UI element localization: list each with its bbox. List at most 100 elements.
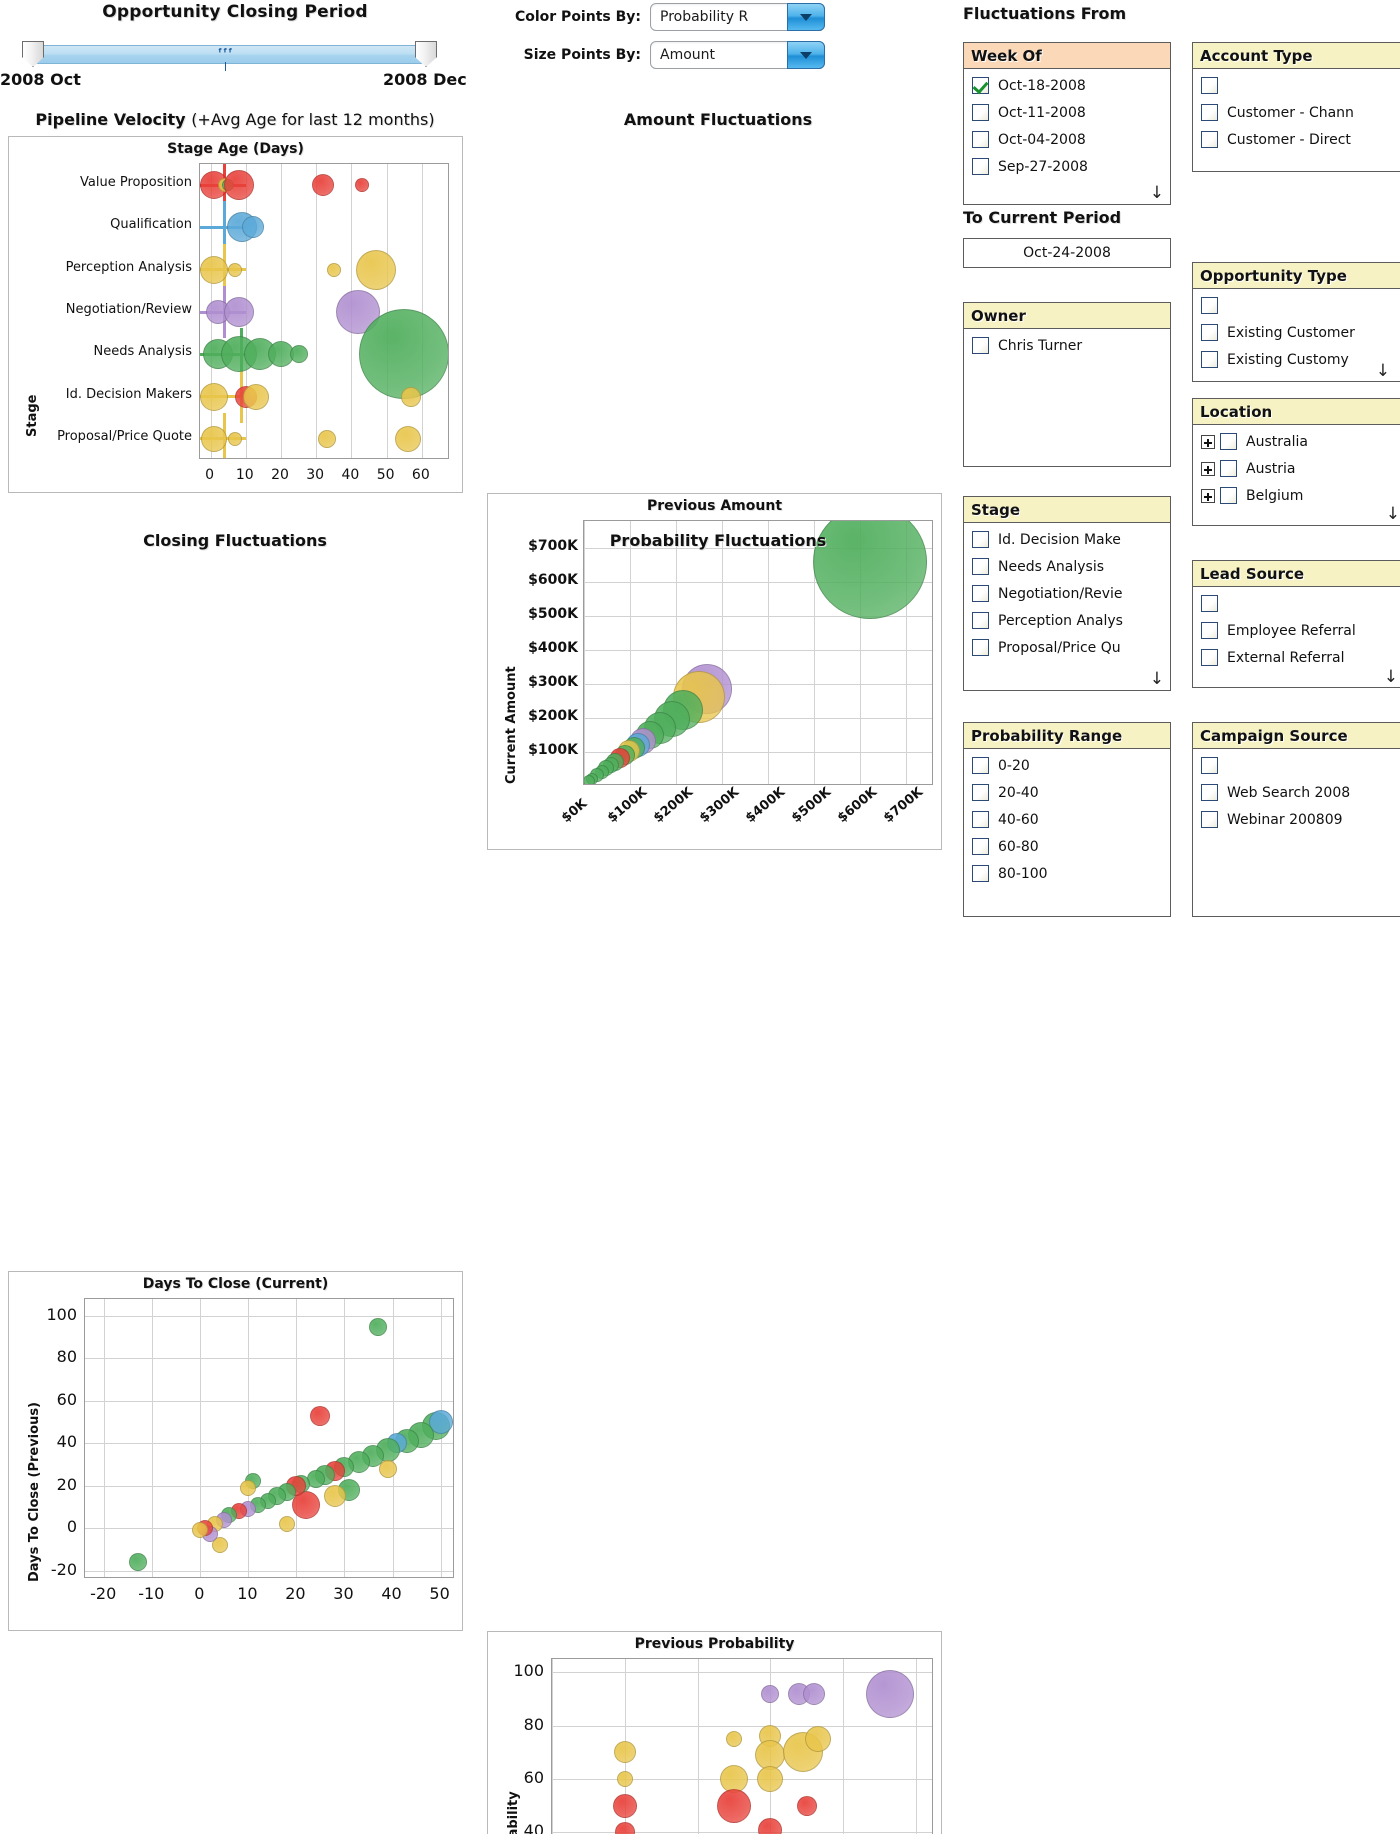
week-of-item[interactable]: Oct-11-2008 (964, 99, 1170, 126)
campaign-source-panel[interactable]: Campaign Source Web Search 2008Webinar 2… (1192, 722, 1400, 917)
checkbox-icon[interactable] (1201, 324, 1218, 341)
lead-source-item[interactable]: External Referral (1193, 644, 1400, 671)
data-bubble[interactable] (401, 387, 421, 407)
opportunity-type-panel[interactable]: Opportunity Type Existing CustomerExisti… (1192, 262, 1400, 382)
lead-source-item[interactable]: Employee Referral (1193, 617, 1400, 644)
account-type-item[interactable]: Customer - Direct (1193, 126, 1400, 153)
stage-item[interactable]: Proposal/Price Qu (964, 634, 1170, 661)
size-points-dropdown[interactable]: Amount (650, 41, 825, 69)
closing-fluctuations-chart[interactable]: Days To Close (Current) Days To Close (P… (8, 1271, 463, 1631)
campaign-source-item[interactable]: Webinar 200809 (1193, 806, 1400, 833)
checkbox-icon[interactable] (1220, 433, 1237, 450)
expand-plus-icon[interactable] (1201, 489, 1215, 503)
probability-range-list[interactable]: 0-2020-4040-6060-8080-100 (964, 749, 1170, 887)
data-bubble[interactable] (310, 1406, 330, 1426)
checkbox-icon[interactable] (972, 158, 989, 175)
stage-item[interactable]: Negotiation/Revie (964, 580, 1170, 607)
checkbox-icon[interactable] (972, 757, 989, 774)
data-bubble[interactable] (757, 1766, 783, 1792)
checkbox-icon[interactable] (1201, 784, 1218, 801)
color-points-dropdown[interactable]: Probability R (650, 3, 825, 31)
data-bubble[interactable] (290, 345, 308, 363)
probability-plot-area[interactable] (551, 1658, 933, 1834)
week-of-scroll-down-icon[interactable]: ↓ (1150, 185, 1164, 202)
data-bubble[interactable] (395, 426, 421, 452)
checkbox-icon[interactable] (972, 104, 989, 121)
checkbox-icon[interactable] (972, 131, 989, 148)
checkbox-icon[interactable] (972, 639, 989, 656)
owner-item[interactable]: Chris Turner (964, 332, 1170, 359)
data-bubble[interactable] (761, 1685, 779, 1703)
checkbox-icon[interactable] (1201, 811, 1218, 828)
data-bubble[interactable] (279, 1516, 295, 1532)
probability-range-panel[interactable]: Probability Range 0-2020-4040-6060-8080-… (963, 722, 1171, 917)
week-of-item[interactable]: Oct-18-2008 (964, 72, 1170, 99)
amount-plot-area[interactable] (583, 520, 933, 785)
location-panel[interactable]: Location AustraliaAustriaBelgium ↓ (1192, 398, 1400, 526)
data-bubble[interactable] (228, 263, 242, 277)
checkbox-icon[interactable] (972, 337, 989, 354)
pipeline-plot-area[interactable] (199, 163, 449, 459)
owner-list[interactable]: Chris Turner (964, 329, 1170, 359)
data-bubble[interactable] (224, 297, 254, 327)
stage-item[interactable]: Id. Decision Make (964, 526, 1170, 553)
data-bubble[interactable] (805, 1726, 831, 1752)
opportunity-type-list[interactable]: Existing CustomerExisting Customy (1193, 289, 1400, 373)
location-item[interactable]: Austria (1193, 455, 1400, 482)
opportunity-type-item[interactable]: Existing Customy (1193, 346, 1400, 373)
checkbox-icon[interactable] (972, 865, 989, 882)
week-of-item[interactable]: Sep-27-2008 (964, 153, 1170, 180)
data-bubble[interactable] (129, 1553, 147, 1571)
probability-fluctuations-chart[interactable]: Previous Probability Current Probability… (487, 1631, 942, 1834)
data-bubble[interactable] (200, 383, 228, 411)
location-scroll-down-icon[interactable]: ↓ (1386, 506, 1400, 523)
data-bubble[interactable] (356, 250, 396, 290)
data-bubble[interactable] (355, 178, 369, 192)
checkbox-icon[interactable] (1220, 487, 1237, 504)
lead-source-list[interactable]: Employee ReferralExternal Referral (1193, 587, 1400, 671)
campaign-source-item[interactable] (1193, 752, 1400, 779)
checkbox-icon[interactable] (1220, 460, 1237, 477)
checkbox-icon[interactable] (972, 558, 989, 575)
data-bubble[interactable] (359, 309, 449, 399)
data-bubble[interactable] (324, 1485, 346, 1507)
campaign-source-item[interactable]: Web Search 2008 (1193, 779, 1400, 806)
data-bubble[interactable] (242, 216, 264, 238)
data-bubble[interactable] (613, 1794, 637, 1818)
checkbox-icon[interactable] (972, 585, 989, 602)
opportunity-type-item[interactable]: Existing Customer (1193, 319, 1400, 346)
account-type-panel[interactable]: Account Type Customer - ChannCustomer - … (1192, 42, 1400, 172)
checkbox-icon[interactable] (1201, 131, 1218, 148)
checkbox-icon[interactable] (1201, 622, 1218, 639)
checkbox-icon[interactable] (1201, 77, 1218, 94)
stage-list[interactable]: Id. Decision MakeNeeds AnalysisNegotiati… (964, 523, 1170, 661)
location-item[interactable]: Belgium (1193, 482, 1400, 509)
data-bubble[interactable] (797, 1796, 817, 1816)
data-bubble[interactable] (201, 426, 227, 452)
pipeline-velocity-chart[interactable]: Stage Age (Days) Stage Value Proposition… (8, 136, 463, 493)
opportunity-type-item[interactable] (1193, 292, 1400, 319)
data-bubble[interactable] (614, 1741, 636, 1763)
data-bubble[interactable] (228, 432, 242, 446)
data-bubble[interactable] (243, 384, 269, 410)
data-bubble[interactable] (866, 1670, 914, 1718)
data-bubble[interactable] (615, 1822, 635, 1834)
week-of-item[interactable]: Oct-04-2008 (964, 126, 1170, 153)
owner-panel[interactable]: Owner Chris Turner (963, 302, 1171, 467)
lead-source-panel[interactable]: Lead Source Employee ReferralExternal Re… (1192, 560, 1400, 688)
probability-range-item[interactable]: 80-100 (964, 860, 1170, 887)
probability-range-item[interactable]: 20-40 (964, 779, 1170, 806)
data-bubble[interactable] (717, 1789, 751, 1823)
checkbox-icon[interactable] (972, 531, 989, 548)
expand-plus-icon[interactable] (1201, 462, 1215, 476)
probability-range-item[interactable]: 0-20 (964, 752, 1170, 779)
data-bubble[interactable] (583, 775, 595, 785)
data-bubble[interactable] (327, 263, 341, 277)
data-bubble[interactable] (312, 174, 334, 196)
stage-item[interactable]: Perception Analys (964, 607, 1170, 634)
account-type-list[interactable]: Customer - ChannCustomer - Direct (1193, 69, 1400, 153)
probability-range-item[interactable]: 40-60 (964, 806, 1170, 833)
data-bubble[interactable] (200, 256, 228, 284)
checkbox-icon[interactable] (972, 612, 989, 629)
closing-period-slider[interactable]: ᶠᶠᶠ (22, 40, 437, 70)
